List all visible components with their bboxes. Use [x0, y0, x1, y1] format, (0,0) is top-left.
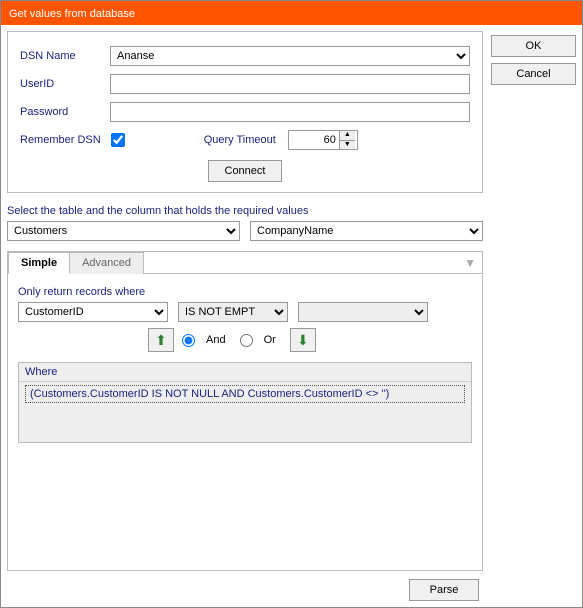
connection-group: DSN Name Ananse UserID Password Remember… [7, 31, 483, 193]
parse-button[interactable]: Parse [409, 579, 479, 601]
password-label: Password [20, 106, 110, 118]
dialog-window: Get values from database DSN Name Ananse… [0, 0, 583, 608]
main-area: DSN Name Ananse UserID Password Remember… [7, 31, 483, 601]
title-bar: Get values from database [1, 1, 582, 25]
side-buttons: OK Cancel [491, 31, 576, 601]
connect-button[interactable]: Connect [208, 160, 283, 182]
timeout-spinner[interactable]: ▲ ▼ [288, 130, 358, 150]
move-down-button[interactable]: ⬇ [290, 328, 316, 352]
and-label: And [206, 334, 226, 346]
criteria-value-select[interactable] [298, 302, 428, 322]
spin-up-icon[interactable]: ▲ [340, 131, 355, 141]
cancel-button[interactable]: Cancel [491, 63, 576, 85]
criteria-panel: ▼ Simple Advanced Only return records wh… [7, 251, 483, 571]
criteria-label: Only return records where [18, 286, 472, 298]
dsn-label: DSN Name [20, 50, 110, 62]
ok-button[interactable]: OK [491, 35, 576, 57]
where-clause[interactable]: (Customers.CustomerID IS NOT NULL AND Cu… [25, 385, 465, 403]
window-title: Get values from database [9, 8, 135, 20]
spin-down-icon[interactable]: ▼ [340, 141, 355, 150]
userid-label: UserID [20, 78, 110, 90]
or-label: Or [264, 334, 276, 346]
tab-simple[interactable]: Simple [8, 252, 70, 274]
and-radio[interactable] [182, 334, 195, 347]
client-area: DSN Name Ananse UserID Password Remember… [1, 25, 582, 607]
remember-label: Remember DSN [20, 134, 101, 146]
timeout-label: Query Timeout [204, 134, 276, 146]
column-select[interactable]: CompanyName [250, 221, 483, 241]
password-input[interactable] [110, 102, 470, 122]
tab-advanced[interactable]: Advanced [69, 252, 144, 274]
criteria-field-select[interactable]: CustomerID [18, 302, 168, 322]
criteria-op-select[interactable]: IS NOT EMPT [178, 302, 288, 322]
arrow-down-icon: ⬇ [297, 332, 309, 349]
userid-input[interactable] [110, 74, 470, 94]
move-up-button[interactable]: ⬆ [148, 328, 174, 352]
table-select[interactable]: Customers [7, 221, 240, 241]
arrow-up-icon: ⬆ [155, 332, 167, 349]
timeout-input[interactable] [289, 131, 339, 149]
where-header: Where [19, 363, 471, 382]
tablecol-label: Select the table and the column that hol… [7, 205, 483, 217]
remember-checkbox[interactable] [111, 133, 125, 147]
where-box: Where (Customers.CustomerID IS NOT NULL … [18, 362, 472, 443]
dsn-select[interactable]: Ananse [110, 46, 470, 66]
or-radio[interactable] [240, 334, 253, 347]
